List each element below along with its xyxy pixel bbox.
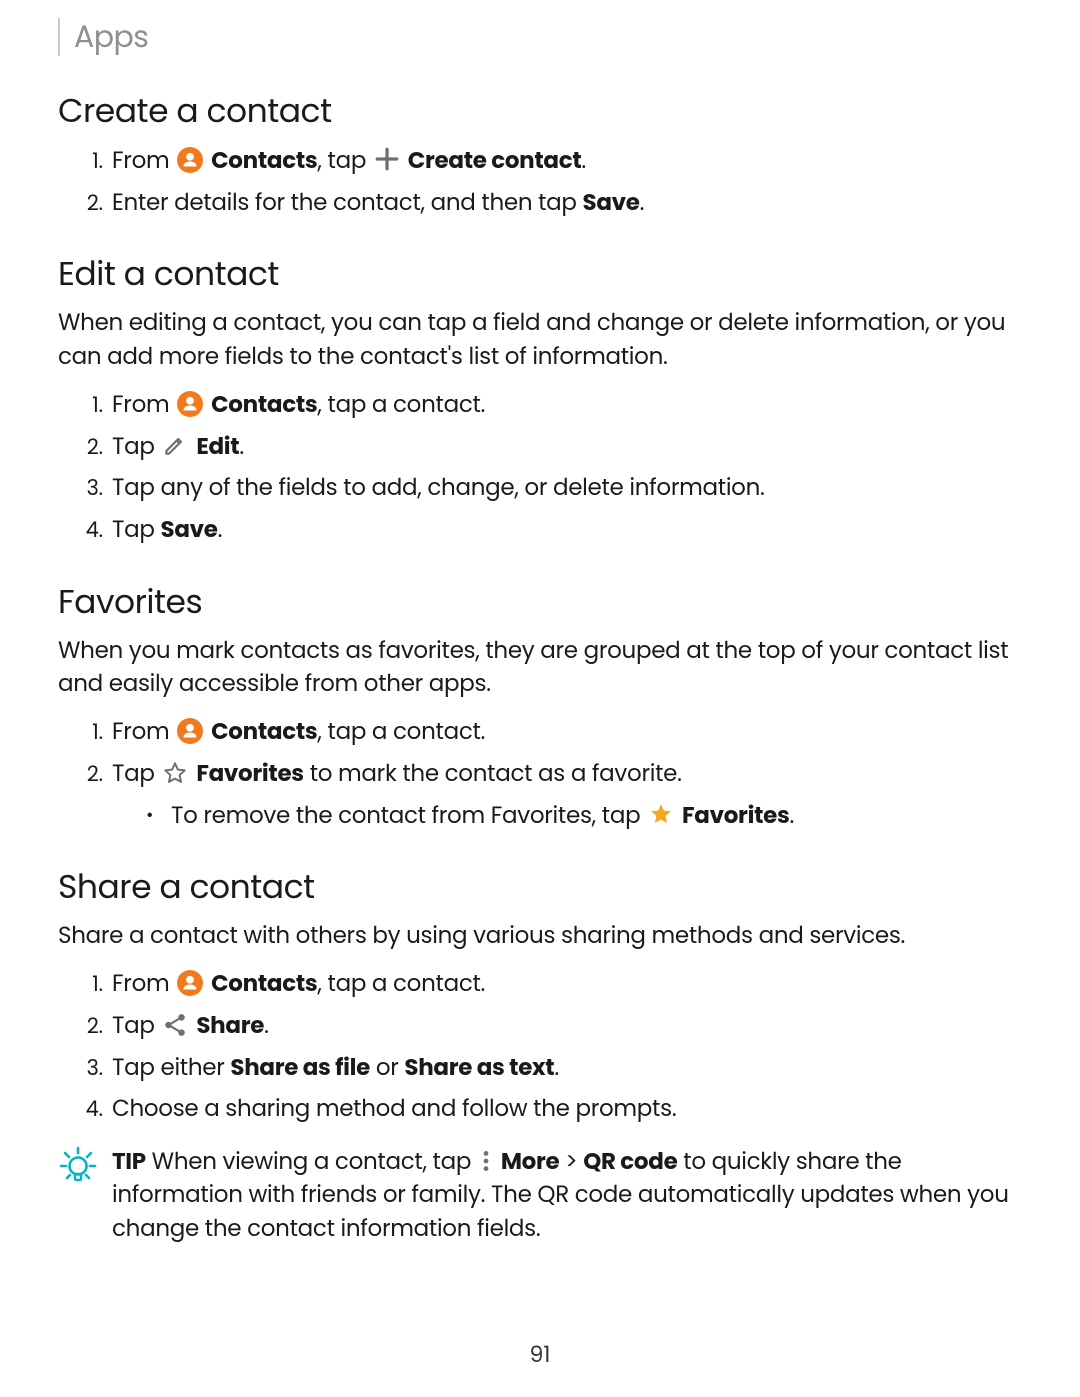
text: . — [239, 431, 244, 463]
text: , tap — [317, 145, 366, 177]
steps-share-contact: From Contacts, tap a contact. Tap Share.… — [58, 967, 1022, 1128]
qr-code-label: QR code — [583, 1146, 677, 1178]
save-label: Save — [583, 187, 640, 219]
list-item: Tap any of the fields to add, change, or… — [108, 471, 1022, 507]
text: Tap — [112, 514, 160, 546]
steps-favorites: From Contacts, tap a contact. Tap Favori… — [58, 715, 1022, 834]
contacts-label: Contacts — [211, 389, 317, 421]
text: When viewing a contact, tap — [146, 1146, 471, 1178]
text: From — [112, 145, 169, 177]
list-item: Tap either Share as file or Share as tex… — [108, 1051, 1022, 1087]
text: From — [112, 968, 169, 1000]
contacts-label: Contacts — [211, 968, 317, 1000]
text: From — [112, 389, 169, 421]
heading-edit-contact: Edit a contact — [58, 249, 1022, 299]
text: Tap — [112, 431, 155, 463]
list-item: Tap Edit. — [108, 430, 1022, 466]
text: , tap a contact. — [317, 968, 485, 1000]
star-filled-icon — [648, 801, 674, 827]
text: . — [640, 187, 645, 219]
contacts-label: Contacts — [211, 145, 317, 177]
steps-edit-contact: From Contacts, tap a contact. Tap Edit. … — [58, 388, 1022, 549]
tip-callout: TIP When viewing a contact, tap More > Q… — [58, 1146, 1022, 1246]
lightbulb-icon — [58, 1146, 98, 1186]
breadcrumb-label: Apps — [74, 14, 148, 60]
list-item: To remove the contact from Favorites, ta… — [142, 799, 1022, 835]
contacts-icon — [177, 391, 203, 417]
steps-create-contact: From Contacts, tap Create contact. Enter… — [58, 144, 1022, 221]
paragraph: When you mark contacts as favorites, the… — [58, 635, 1022, 702]
list-item: From Contacts, tap a contact. — [108, 715, 1022, 751]
share-as-file-label: Share as file — [230, 1052, 370, 1084]
text: . — [581, 145, 586, 177]
text: , tap a contact. — [317, 389, 485, 421]
text: Enter details for the contact, and then … — [112, 187, 583, 219]
text: From — [112, 716, 169, 748]
list-item: Tap Favorites to mark the contact as a f… — [108, 757, 1022, 834]
list-item: Tap Share. — [108, 1009, 1022, 1045]
edit-pencil-icon — [162, 432, 188, 458]
text: > — [559, 1146, 583, 1178]
share-label: Share — [196, 1010, 264, 1042]
favorites-label: Favorites — [196, 758, 304, 790]
text: To remove the contact from Favorites, ta… — [171, 800, 640, 832]
text: . — [218, 514, 223, 546]
star-outline-icon — [162, 760, 188, 786]
contacts-icon — [177, 147, 203, 173]
sub-list: To remove the contact from Favorites, ta… — [112, 799, 1022, 835]
text: . — [790, 800, 795, 832]
list-item: Choose a sharing method and follow the p… — [108, 1092, 1022, 1128]
plus-icon — [374, 146, 400, 172]
breadcrumb: Apps — [58, 18, 1022, 56]
more-vertical-icon — [479, 1148, 493, 1174]
heading-create-contact: Create a contact — [58, 86, 1022, 136]
create-contact-label: Create contact — [408, 145, 582, 177]
text: Tap — [112, 1010, 155, 1042]
text: . — [554, 1052, 559, 1084]
text: Tap either — [112, 1052, 230, 1084]
page-number: 91 — [0, 1338, 1080, 1371]
favorites-label: Favorites — [682, 800, 790, 832]
share-as-text-label: Share as text — [404, 1052, 554, 1084]
text: Tap — [112, 758, 155, 790]
text: to mark the contact as a favorite. — [304, 758, 682, 790]
edit-label: Edit — [196, 431, 239, 463]
list-item: From Contacts, tap a contact. — [108, 388, 1022, 424]
contacts-icon — [177, 970, 203, 996]
save-label: Save — [160, 514, 217, 546]
tip-text: TIP When viewing a contact, tap More > Q… — [112, 1146, 1022, 1246]
text: . — [264, 1010, 269, 1042]
text: or — [370, 1052, 404, 1084]
heading-favorites: Favorites — [58, 577, 1022, 627]
list-item: Enter details for the contact, and then … — [108, 186, 1022, 222]
list-item: From Contacts, tap Create contact. — [108, 144, 1022, 180]
list-item: Tap Save. — [108, 513, 1022, 549]
tip-label: TIP — [112, 1146, 146, 1178]
share-icon — [162, 1012, 188, 1038]
contacts-label: Contacts — [211, 716, 317, 748]
more-label: More — [501, 1146, 560, 1178]
text: , tap a contact. — [317, 716, 485, 748]
contacts-icon — [177, 718, 203, 744]
paragraph: Share a contact with others by using var… — [58, 920, 1022, 953]
heading-share-contact: Share a contact — [58, 862, 1022, 912]
list-item: From Contacts, tap a contact. — [108, 967, 1022, 1003]
paragraph: When editing a contact, you can tap a fi… — [58, 307, 1022, 374]
